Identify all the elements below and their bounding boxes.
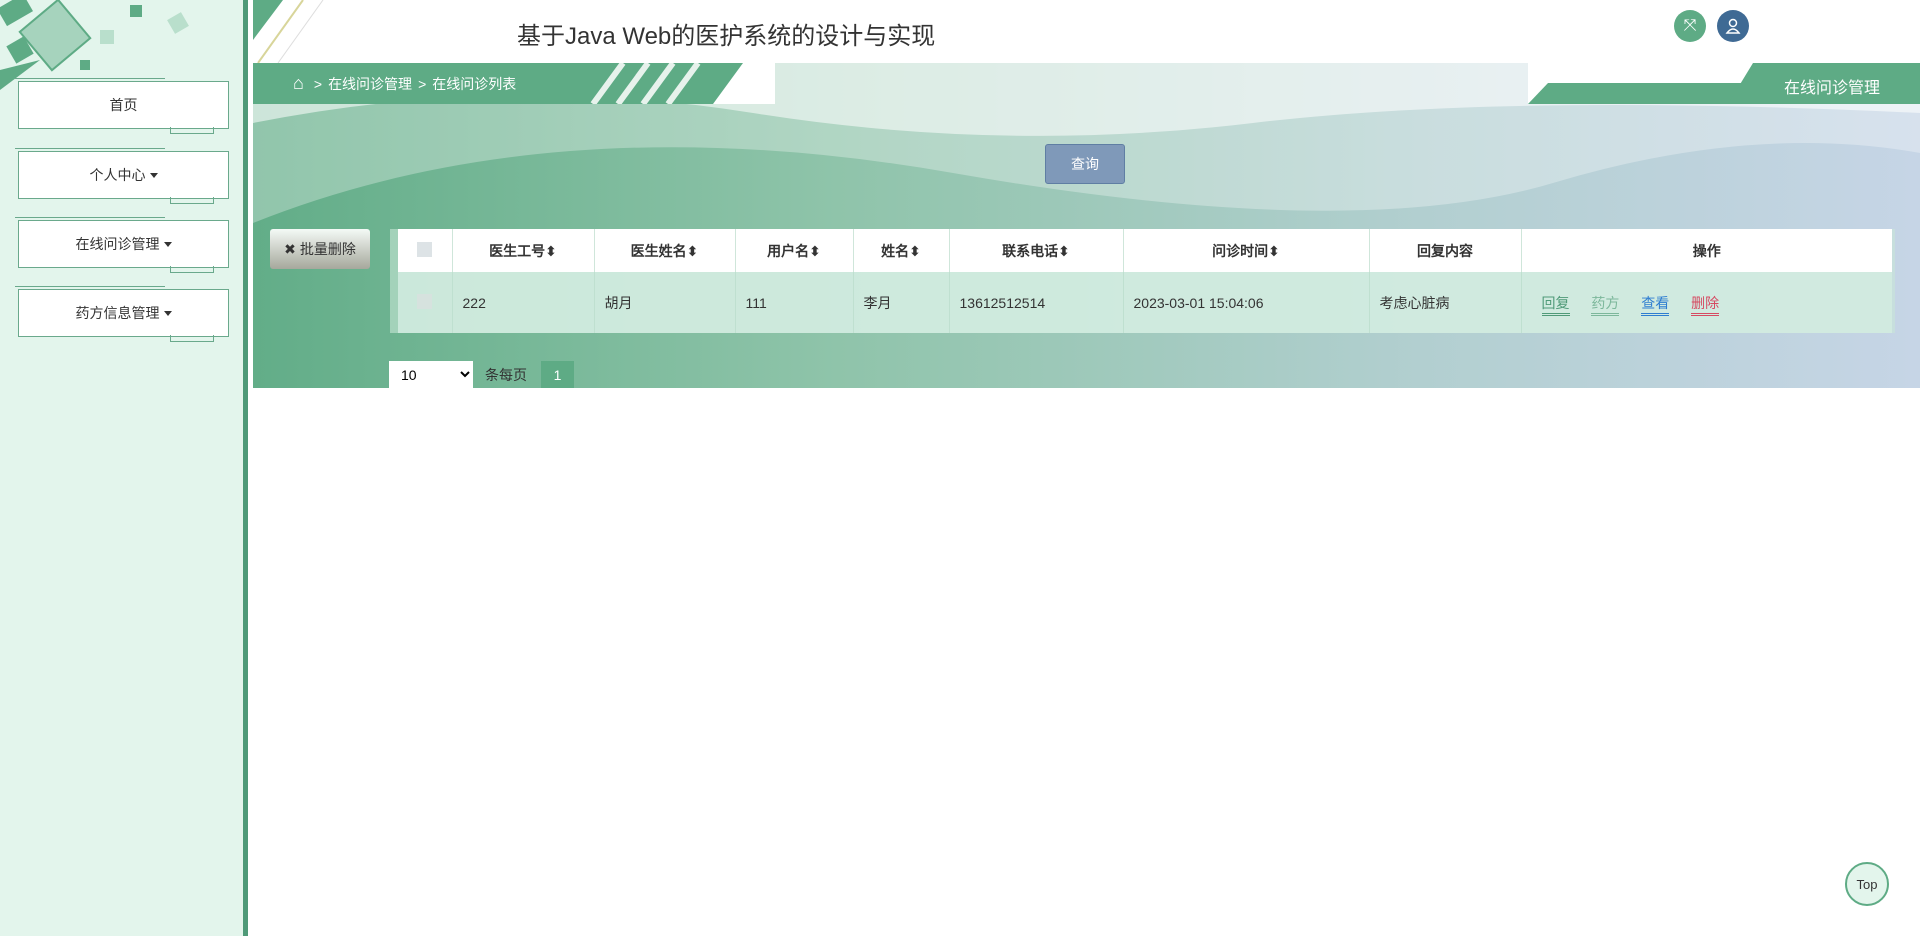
close-icon: ✖	[284, 240, 296, 257]
cell-doctor-name: 胡月	[593, 272, 735, 333]
breadcrumb-item[interactable]: 在线问诊列表	[432, 74, 516, 94]
page-size-select[interactable]: 10	[389, 361, 473, 388]
sidebar-item-prescription[interactable]: 药方信息管理	[15, 286, 229, 342]
delete-link[interactable]: 删除	[1691, 294, 1720, 316]
column-header[interactable]: 姓名⬍	[852, 229, 949, 272]
breadcrumb-sep: >	[313, 75, 323, 92]
sidebar: 首页 个人中心 在线问诊管理 药方信息管理	[0, 0, 248, 936]
column-header: 操作	[1520, 229, 1892, 272]
home-icon[interactable]: ⌂	[293, 73, 304, 94]
view-link[interactable]: 查看	[1641, 294, 1670, 316]
user-button[interactable]	[1717, 10, 1749, 42]
wave-background-icon	[253, 63, 1920, 223]
row-checkbox[interactable]	[398, 272, 452, 333]
user-icon	[1725, 18, 1741, 34]
column-header: 回复内容	[1368, 229, 1521, 272]
sidebar-item-home[interactable]: 首页	[15, 78, 229, 134]
breadcrumb-item[interactable]: 在线问诊管理	[328, 74, 412, 94]
per-page-label: 条每页	[485, 366, 527, 383]
page-title: 基于Java Web的医护系统的设计与实现	[517, 23, 936, 50]
caret-down-icon	[163, 310, 172, 316]
sidebar-item-label: 药方信息管理	[75, 305, 160, 321]
caret-down-icon	[149, 172, 158, 178]
cell-time: 2023-03-01 15:04:06	[1122, 272, 1369, 333]
consultation-table: 医生工号⬍ 医生姓名⬍ 用户名⬍ 姓名⬍ 联系电话⬍ 问诊时间⬍ 回复内容 操作…	[398, 229, 1892, 333]
back-to-top-button[interactable]: Top	[1845, 862, 1889, 906]
header-stripes-icon	[253, 0, 324, 63]
expand-icon: ⤧	[1683, 17, 1697, 34]
sidebar-item-label: 个人中心	[89, 167, 146, 183]
prescription-link[interactable]: 药方	[1591, 294, 1620, 316]
batch-delete-button[interactable]: ✖ 批量删除	[270, 229, 370, 269]
breadcrumb: ⌂ > 在线问诊管理 > 在线问诊列表	[253, 63, 775, 104]
caret-down-icon	[163, 241, 172, 247]
fullscreen-button[interactable]: ⤧	[1674, 10, 1706, 42]
pagination: 10 条每页 1	[389, 361, 574, 388]
column-header[interactable]: 医生姓名⬍	[593, 229, 735, 272]
cell-reply: 考虑心脏病	[1368, 272, 1521, 333]
sidebar-item-label: 在线问诊管理	[75, 236, 160, 252]
breadcrumb-sep: >	[418, 75, 427, 92]
table-header-row: 医生工号⬍ 医生姓名⬍ 用户名⬍ 姓名⬍ 联系电话⬍ 问诊时间⬍ 回复内容 操作	[398, 229, 1892, 272]
table-row: 222 胡月 111 李月 13612512514 2023-03-01 15:…	[398, 272, 1892, 333]
content-banner	[253, 63, 1920, 388]
header	[253, 0, 1920, 63]
cell-username: 111	[734, 272, 853, 333]
breadcrumb-stripes-icon	[590, 63, 775, 104]
column-header[interactable]: 联系电话⬍	[948, 229, 1123, 272]
cell-actions: 回复 药方 查看 删除	[1520, 272, 1892, 333]
column-header[interactable]: 用户名⬍	[734, 229, 853, 272]
cell-phone: 13612512514	[948, 272, 1123, 333]
page-label: 在线问诊管理	[1528, 63, 1920, 104]
cell-name: 李月	[852, 272, 949, 333]
batch-delete-label: 批量删除	[299, 241, 356, 257]
sidebar-item-consultation[interactable]: 在线问诊管理	[15, 217, 229, 273]
sidebar-item-label: 首页	[109, 97, 138, 113]
column-header[interactable]: 问诊时间⬍	[1122, 229, 1369, 272]
page-label-text: 在线问诊管理	[1783, 80, 1880, 97]
sidebar-item-personal-center[interactable]: 个人中心	[15, 148, 229, 204]
search-button[interactable]: 查询	[1045, 144, 1125, 184]
page-button-1[interactable]: 1	[541, 361, 574, 388]
select-all-checkbox[interactable]	[398, 229, 452, 272]
column-header[interactable]: 医生工号⬍	[451, 229, 594, 272]
cell-doctor-id: 222	[451, 272, 594, 333]
reply-link[interactable]: 回复	[1541, 294, 1570, 316]
